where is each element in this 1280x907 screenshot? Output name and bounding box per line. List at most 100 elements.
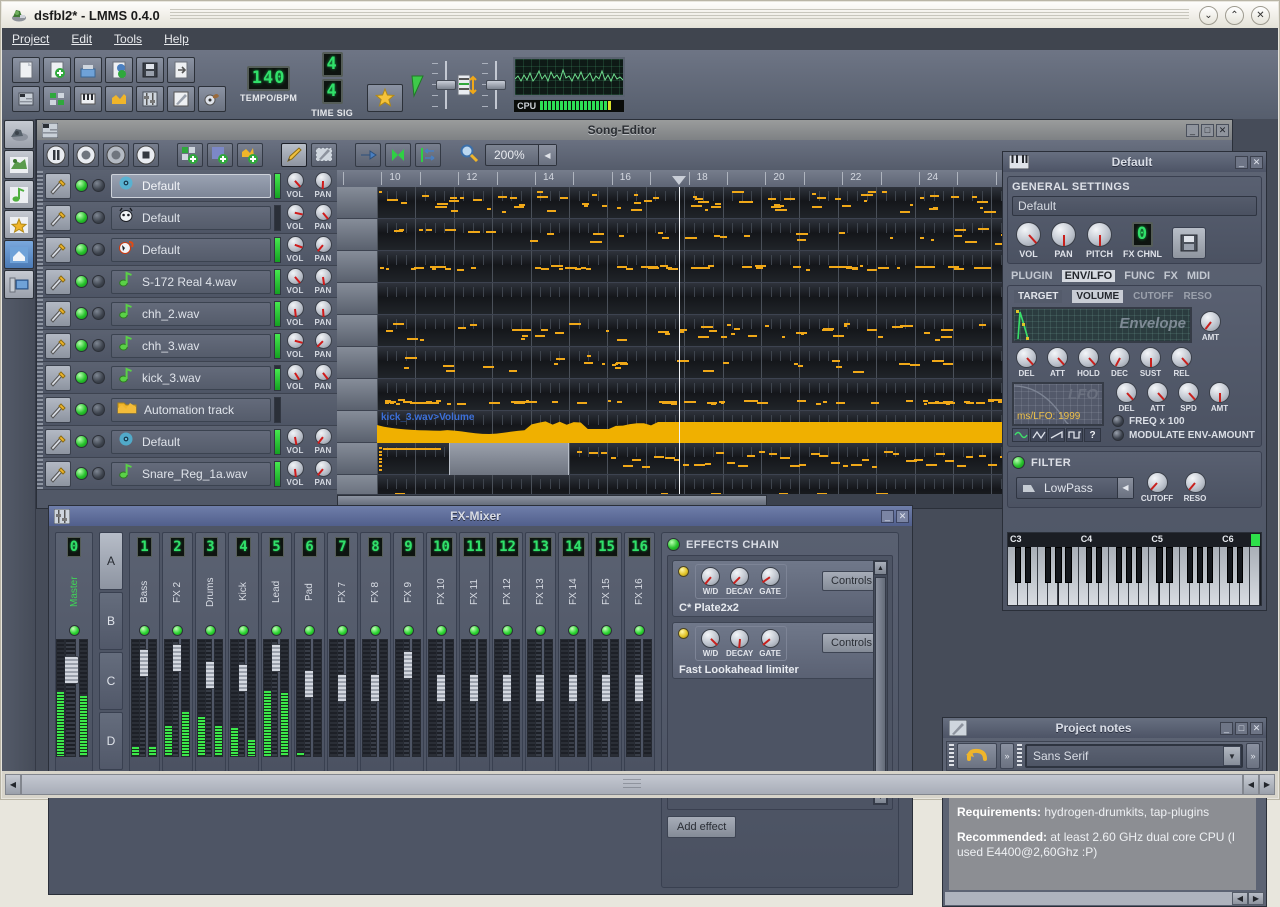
mixer-channel-strip[interactable]: 1Bass — [129, 532, 160, 772]
add-beat-bassline-icon[interactable] — [177, 143, 203, 167]
track-pan-knob[interactable]: PAN — [315, 300, 332, 327]
mixer-channel-strip[interactable]: 13FX 13 — [525, 532, 556, 772]
track-drag-handle[interactable] — [37, 459, 43, 489]
track-drag-handle[interactable] — [37, 427, 43, 457]
channel-name[interactable]: FX 7 — [337, 561, 348, 623]
save-project-icon[interactable] — [74, 57, 102, 83]
piano-black-key[interactable] — [1086, 547, 1092, 583]
instrument-titlebar[interactable]: Default _ ✕ — [1003, 152, 1266, 172]
channel-fader-area[interactable] — [462, 639, 488, 757]
effects-scroll-up[interactable]: ▲ — [874, 561, 887, 575]
timesig-numerator-lcd[interactable]: 4 — [322, 52, 343, 77]
effects-list-scrollbar[interactable]: ▲ ▲ ▼ — [873, 560, 888, 805]
effect-decay-knob[interactable]: DECAY — [726, 567, 753, 596]
menu-help[interactable]: Help — [164, 32, 189, 46]
fx-mixer-minimize[interactable]: _ — [881, 510, 894, 523]
track-row[interactable]: kick_3.wavVOLPAN — [37, 362, 337, 394]
track-drag-handle[interactable] — [37, 395, 43, 425]
track-setup-icon[interactable] — [45, 237, 71, 263]
filter-type-select[interactable]: LowPass ◀ — [1016, 477, 1134, 499]
track-solo-led[interactable] — [92, 243, 105, 256]
channel-name[interactable]: Drums — [205, 561, 216, 623]
effect-gate-knob[interactable]: GATE — [759, 567, 781, 596]
filter-enable-led[interactable] — [1012, 456, 1025, 469]
track-drag-handle[interactable] — [37, 331, 43, 361]
piano-black-key[interactable] — [1227, 547, 1233, 583]
freq-option-row[interactable]: FREQ x 100 — [1112, 415, 1255, 427]
knob-del[interactable]: DEL — [1114, 382, 1139, 413]
close-button[interactable]: ✕ — [1251, 6, 1270, 25]
target-volume[interactable]: VOLUME — [1072, 290, 1123, 303]
instrument-vol-knob[interactable]: VOL — [1016, 222, 1041, 259]
track-volume-knob[interactable]: VOL — [286, 236, 303, 263]
knob-dec[interactable]: DEC — [1107, 347, 1132, 378]
channel-fader-area[interactable] — [594, 639, 620, 757]
track-volume-knob[interactable]: VOL — [286, 204, 303, 231]
piano-black-key[interactable] — [1166, 547, 1172, 583]
track-setup-icon[interactable] — [45, 269, 71, 295]
draw-mode-icon[interactable] — [281, 143, 307, 167]
filter-cutoff-knob[interactable]: CUTOFF — [1142, 472, 1172, 503]
font-dropdown-arrow[interactable]: ▼ — [1223, 746, 1241, 766]
effects-scroll-thumb[interactable] — [875, 577, 886, 772]
track-mute-led[interactable] — [75, 467, 88, 480]
sidebar-item-my-computer[interactable] — [4, 270, 34, 299]
channel-led[interactable] — [403, 625, 414, 636]
automation-editor-icon[interactable] — [105, 86, 133, 112]
fx-chnl-lcd[interactable]: 0 — [1132, 222, 1153, 247]
piano-black-key[interactable] — [1045, 547, 1051, 583]
mixer-channel-strip[interactable]: 8FX 8 — [360, 532, 391, 772]
track-solo-led[interactable] — [92, 211, 105, 224]
channel-name[interactable]: FX 11 — [469, 561, 480, 623]
project-notes-close[interactable]: ✕ — [1250, 722, 1263, 735]
effect-enable-led[interactable] — [678, 566, 689, 577]
instrument-name-field[interactable]: Default — [1012, 196, 1257, 216]
track-mute-led[interactable] — [75, 307, 88, 320]
effects-chain-enable-led[interactable] — [667, 538, 680, 551]
oscilloscope-display[interactable] — [513, 57, 625, 97]
song-editor-titlebar[interactable]: Song-Editor _ □ ✕ — [37, 120, 1232, 140]
track-pan-knob[interactable]: PAN — [315, 236, 332, 263]
channel-led[interactable] — [271, 625, 282, 636]
follow-playhead-icon[interactable] — [415, 143, 441, 167]
tempo-control[interactable]: 140 TEMPO/BPM — [240, 66, 297, 103]
toolbar-overflow-2[interactable]: » — [1246, 743, 1260, 769]
track-solo-led[interactable] — [92, 275, 105, 288]
track-solo-led[interactable] — [92, 179, 105, 192]
song-editor-close[interactable]: ✕ — [1216, 124, 1229, 137]
track-solo-led[interactable] — [92, 339, 105, 352]
square-wave-icon[interactable] — [1066, 428, 1083, 442]
channel-fader-area[interactable] — [363, 639, 389, 757]
track-pan-knob[interactable]: PAN — [315, 428, 332, 455]
fx-group-b[interactable]: B — [99, 592, 123, 650]
track-pan-knob[interactable]: PAN — [315, 172, 332, 199]
master-pitch-slider[interactable] — [491, 61, 501, 109]
channel-name[interactable]: FX 13 — [535, 561, 546, 623]
fx-group-a[interactable]: A — [99, 532, 123, 590]
freq-radio-icon[interactable] — [1112, 415, 1124, 427]
track-setup-icon[interactable] — [45, 429, 71, 455]
track-name-field[interactable]: chh_2.wav — [111, 302, 271, 326]
timesig-denominator-lcd[interactable]: 4 — [322, 79, 343, 104]
track-name-field[interactable]: Default — [111, 430, 271, 454]
track-volume-knob[interactable]: VOL — [286, 364, 303, 391]
track-volume-knob[interactable]: VOL — [286, 268, 303, 295]
channel-led[interactable] — [139, 625, 150, 636]
track-mute-led[interactable] — [75, 403, 88, 416]
track-setup-icon[interactable] — [45, 397, 71, 423]
bottom-scrollbar[interactable]: ◀ ◀ ▶ — [2, 771, 1278, 798]
piano-white-key[interactable] — [1250, 547, 1260, 605]
tab-midi[interactable]: MIDI — [1187, 270, 1210, 282]
project-notes-titlebar[interactable]: Project notes _ □ ✕ — [943, 718, 1266, 738]
sidebar-item-my-home[interactable] — [4, 240, 34, 269]
channel-fader-area[interactable] — [132, 639, 158, 757]
project-notes-minimize[interactable]: _ — [1220, 722, 1233, 735]
track-volume-knob[interactable]: VOL — [286, 172, 303, 199]
toolbar-overflow-1[interactable]: » — [1000, 743, 1014, 769]
effect-gate-knob[interactable]: GATE — [759, 629, 781, 658]
export-icon[interactable] — [167, 57, 195, 83]
track-row[interactable]: DefaultVOLPAN — [37, 426, 337, 458]
knob-amt[interactable]: AMT — [1207, 382, 1232, 413]
piano-black-key[interactable] — [1207, 547, 1213, 583]
tempo-lcd[interactable]: 140 — [247, 66, 291, 91]
